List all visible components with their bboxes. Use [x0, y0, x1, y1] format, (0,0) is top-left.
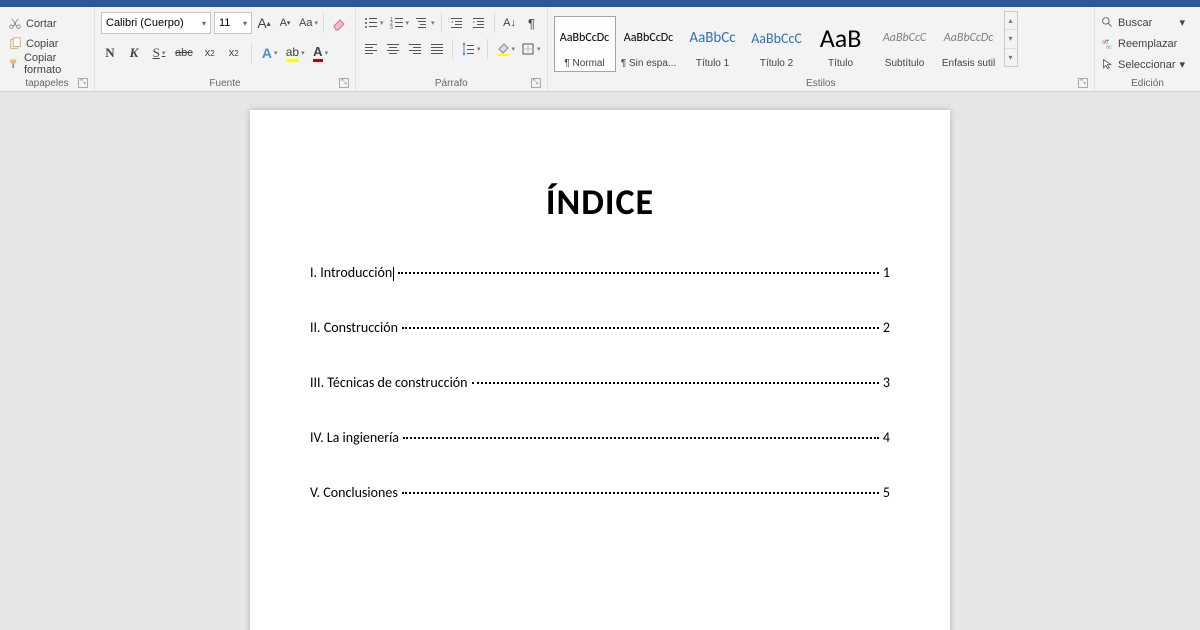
cut-button[interactable]: Cortar [6, 15, 88, 33]
shading-button[interactable]: ▾ [494, 38, 516, 60]
borders-button[interactable]: ▾ [519, 38, 541, 60]
chevron-down-icon: ▾ [202, 19, 206, 28]
format-painter-button[interactable]: Copiar formato [6, 55, 88, 73]
svg-text:ac: ac [1106, 44, 1112, 50]
table-of-contents: I. Introducción1 II. Construcción2 III. Té… [310, 264, 890, 501]
align-left-icon [364, 42, 378, 56]
highlight-button[interactable]: ab▾ [284, 42, 305, 64]
paint-bucket-icon [496, 42, 510, 56]
chevron-down-icon: ▾ [243, 19, 247, 28]
bullets-button[interactable]: ▾ [362, 12, 384, 34]
clipboard-launcher[interactable]: ⤡ [78, 78, 88, 88]
menubar[interactable] [0, 0, 1200, 7]
toc-row: I. Introducción1 [310, 264, 890, 281]
toc-row: IV. La ingienería4 [310, 429, 890, 446]
italic-button[interactable]: K [125, 42, 143, 64]
copy-button[interactable]: Copiar [6, 35, 88, 53]
font-group-label: Fuente [209, 78, 240, 89]
borders-icon [521, 42, 535, 56]
show-marks-button[interactable]: ¶ [523, 12, 541, 34]
multilevel-button[interactable]: ▾ [413, 12, 435, 34]
bold-button[interactable]: N [101, 42, 119, 64]
indent-icon [472, 16, 486, 30]
superscript-button[interactable]: x2 [225, 42, 243, 64]
grow-font-button[interactable]: A▴ [255, 12, 273, 34]
format-painter-label: Copiar formato [24, 52, 86, 76]
outdent-icon [450, 16, 464, 30]
group-styles: AaBbCcDc¶ NormalAaBbCcDc¶ Sin espa...AaB… [548, 7, 1095, 91]
style-item[interactable]: AaBbCcTítulo 1 [682, 16, 744, 72]
document-title: ÍNDICE [310, 180, 890, 224]
style-item[interactable]: AaBbCcDcÉnfasis sutil [938, 16, 1000, 72]
numbering-button[interactable]: 123▾ [388, 12, 410, 34]
bullets-icon [364, 16, 378, 30]
sort-button[interactable]: A↓ [501, 12, 519, 34]
line-spacing-icon [461, 42, 475, 56]
paragraph-launcher[interactable]: ⤡ [531, 78, 541, 88]
styles-more-button[interactable]: ▴▾▾ [1004, 11, 1018, 67]
style-item[interactable]: AaBbCcCTítulo 2 [746, 16, 808, 72]
paintbrush-icon [8, 57, 20, 71]
clear-formatting-button[interactable] [329, 12, 349, 34]
decrease-indent-button[interactable] [448, 12, 466, 34]
group-editing: Buscar▾ abac Reemplazar Seleccionar▾ Edi… [1095, 7, 1200, 91]
group-paragraph: ▾ 123▾ ▾ A↓ ¶ ▾ ▾ ▾ Párr [356, 7, 548, 91]
ribbon: Cortar Copiar Copiar formato tapapeles⤡ … [0, 7, 1200, 92]
numbering-icon: 123 [390, 16, 404, 30]
align-right-icon [408, 42, 422, 56]
group-font: Calibri (Cuerpo)▾ 11▾ A▴ A▾ Aa▾ N K S▾ a… [95, 7, 356, 91]
select-button[interactable]: Seleccionar▾ [1101, 56, 1185, 74]
cursor-icon [1101, 58, 1114, 71]
font-color-button[interactable]: A▾ [311, 42, 329, 64]
multilevel-icon [415, 16, 429, 30]
subscript-button[interactable]: x2 [201, 42, 219, 64]
align-center-button[interactable] [384, 38, 402, 60]
paragraph-group-label: Párrafo [435, 78, 468, 89]
style-item[interactable]: AaBbCcDc¶ Normal [554, 16, 616, 72]
change-case-button[interactable]: Aa▾ [297, 12, 318, 34]
underline-button[interactable]: S▾ [149, 42, 167, 64]
editing-group-label: Edición [1131, 78, 1164, 89]
font-size-combo[interactable]: 11▾ [214, 12, 252, 34]
find-button[interactable]: Buscar▾ [1101, 14, 1185, 32]
justify-icon [430, 42, 444, 56]
replace-button[interactable]: abac Reemplazar [1101, 35, 1185, 53]
cut-label: Cortar [26, 18, 57, 30]
style-item[interactable]: AaBbCcDc¶ Sin espa... [618, 16, 680, 72]
page[interactable]: ÍNDICE I. Introducción1 II. Construcción2… [250, 110, 950, 630]
clipboard-group-label: tapapeles [25, 78, 68, 89]
group-clipboard: Cortar Copiar Copiar formato tapapeles ⤡ [0, 7, 95, 91]
shrink-font-button[interactable]: A▾ [276, 12, 294, 34]
line-spacing-button[interactable]: ▾ [459, 38, 481, 60]
align-center-icon [386, 42, 400, 56]
search-icon [1101, 16, 1114, 29]
styles-gallery[interactable]: AaBbCcDc¶ NormalAaBbCcDc¶ Sin espa...AaB… [554, 11, 1000, 76]
styles-group-label: Estilos [806, 78, 835, 89]
scissors-icon [8, 17, 22, 31]
style-item[interactable]: AaBTítulo [810, 16, 872, 72]
replace-icon: abac [1101, 37, 1114, 50]
strikethrough-button[interactable]: abc [173, 42, 195, 64]
align-left-button[interactable] [362, 38, 380, 60]
toc-row: II. Construcción2 [310, 319, 890, 336]
copy-icon [8, 37, 22, 51]
align-right-button[interactable] [406, 38, 424, 60]
font-launcher[interactable]: ⤡ [339, 78, 349, 88]
document-canvas[interactable]: ÍNDICE I. Introducción1 II. Construcción2… [0, 92, 1200, 630]
font-name-combo[interactable]: Calibri (Cuerpo)▾ [101, 12, 211, 34]
svg-text:3: 3 [390, 25, 393, 30]
justify-button[interactable] [428, 38, 446, 60]
copy-label: Copiar [26, 38, 58, 50]
eraser-icon [331, 15, 347, 31]
increase-indent-button[interactable] [470, 12, 488, 34]
toc-row: V. Conclusiones5 [310, 484, 890, 501]
style-item[interactable]: AaBbCcCSubtítulo [874, 16, 936, 72]
toc-row: III. Técnicas de construcción3 [310, 374, 890, 391]
text-effects-button[interactable]: A▾ [260, 42, 278, 64]
styles-launcher[interactable]: ⤡ [1078, 78, 1088, 88]
